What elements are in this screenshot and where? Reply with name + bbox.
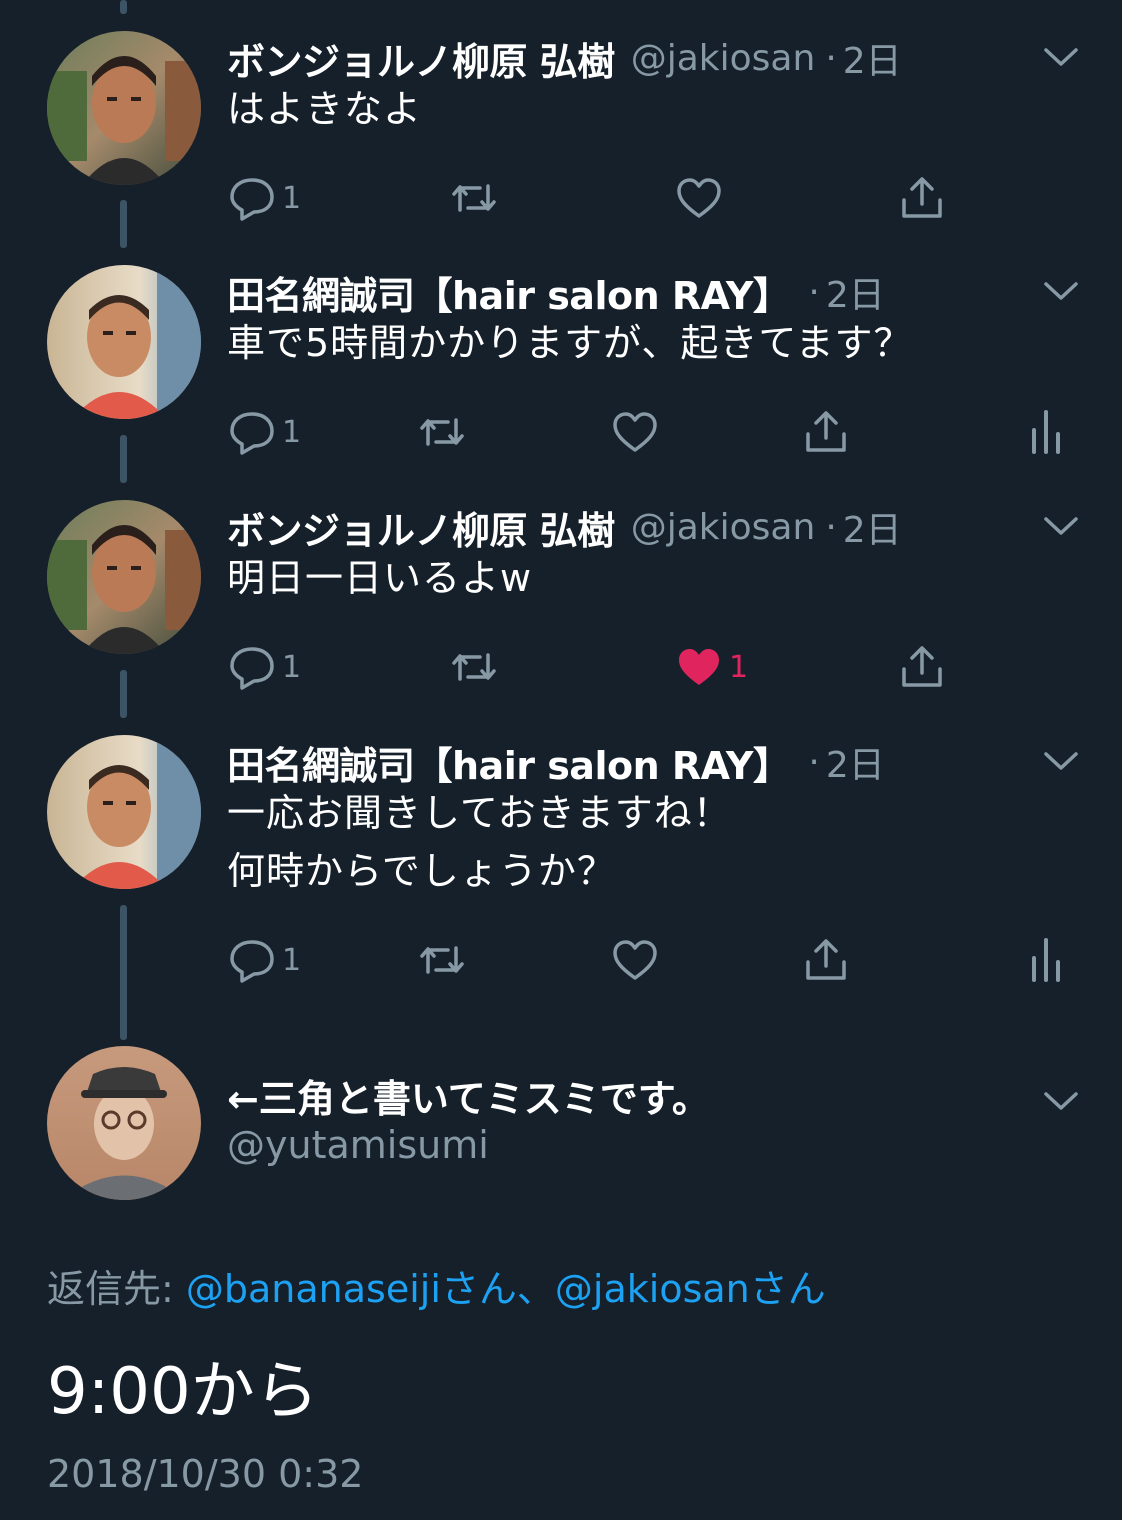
user-handle[interactable]: @jakiosan: [631, 38, 816, 79]
tweet-text: 明日一日いるよw: [227, 556, 533, 600]
reply-to-user-link[interactable]: @bananaseijiさん: [186, 1267, 517, 1311]
share-icon: [806, 411, 846, 452]
analytics-button[interactable]: [1022, 402, 1070, 462]
tweet-actions: 1 1: [0, 637, 1122, 697]
like-icon: [613, 940, 657, 980]
tweet-text: はよきなよ: [227, 87, 423, 131]
retweet-icon: [452, 653, 496, 681]
like-button[interactable]: 1: [675, 637, 748, 697]
display-name[interactable]: ボンジョルノ柳原 弘樹: [227, 500, 615, 555]
avatar[interactable]: [47, 500, 201, 654]
reply-icon: [230, 940, 274, 983]
share-button[interactable]: [898, 168, 946, 228]
reply-count: 1: [282, 649, 302, 685]
share-button[interactable]: [802, 930, 850, 990]
avatar[interactable]: [47, 265, 201, 419]
tweet-actions: 1: [0, 168, 1122, 228]
tweet-actions: 1: [0, 930, 1122, 990]
display-name[interactable]: 田名網誠司【hair salon RAY】: [227, 265, 791, 320]
tweet-time[interactable]: 2日: [843, 32, 902, 84]
share-button[interactable]: [802, 402, 850, 462]
tweet-time[interactable]: 2日: [826, 736, 885, 788]
tweet-text: 車で5時間かかりますが、起きてます？: [227, 321, 913, 365]
thread-tweet[interactable]: ボンジョルノ柳原 弘樹 @jakiosan · 2日 明日一日いるよw 1 1: [0, 497, 1122, 707]
like-button[interactable]: [675, 168, 723, 228]
share-button[interactable]: [898, 637, 946, 697]
share-icon: [806, 939, 846, 980]
like-button[interactable]: [611, 930, 659, 990]
thread-tweet[interactable]: 田名網誠司【hair salon RAY】 · 2日 車で5時間かかりますが、起…: [0, 262, 1122, 472]
share-icon: [902, 177, 942, 218]
main-tweet-timestamp: 2018/10/30 0:32: [47, 1452, 364, 1496]
retweet-icon: [452, 184, 496, 212]
chevron-down-icon[interactable]: [1040, 744, 1082, 780]
tweet-text-line: 一応お聞きしておきますね！: [227, 791, 732, 835]
display-name[interactable]: 田名網誠司【hair salon RAY】: [227, 735, 791, 790]
like-icon-filled: [679, 649, 719, 685]
separator: ·: [825, 37, 837, 79]
chevron-down-icon[interactable]: [1040, 1084, 1082, 1120]
reply-to-user-link[interactable]: @jakiosanさん: [555, 1267, 826, 1311]
reply-icon: [230, 412, 274, 455]
reply-count: 1: [282, 180, 302, 216]
reply-count: 1: [282, 942, 302, 978]
reply-icon: [230, 178, 274, 221]
reply-button[interactable]: 1: [228, 402, 301, 462]
like-count: 1: [729, 649, 749, 685]
main-tweet-text: 9:00から: [47, 1355, 319, 1429]
like-icon: [613, 412, 657, 452]
reply-count: 1: [282, 414, 302, 450]
tweet-time[interactable]: 2日: [826, 266, 885, 318]
reply-icon: [230, 647, 274, 690]
thread-tweet[interactable]: 田名網誠司【hair salon RAY】 · 2日 一応お聞きしておきますね！…: [0, 732, 1122, 1002]
separator: ·: [825, 506, 837, 548]
share-icon: [902, 646, 942, 687]
chevron-down-icon[interactable]: [1040, 274, 1082, 310]
retweet-button[interactable]: [450, 168, 498, 228]
separator: ·: [808, 271, 820, 313]
display-name[interactable]: ボンジョルノ柳原 弘樹: [227, 31, 615, 86]
reply-button[interactable]: 1: [228, 930, 301, 990]
thread-line: [120, 0, 127, 14]
separator: ·: [808, 741, 820, 783]
reply-to-separator: 、: [516, 1267, 555, 1311]
analytics-icon: [1032, 938, 1060, 982]
user-handle[interactable]: @jakiosan: [631, 507, 816, 548]
main-tweet-display-name[interactable]: ←三角と書いてミスミです。: [227, 1068, 710, 1123]
main-tweet-handle[interactable]: @yutamisumi: [227, 1123, 489, 1167]
reply-to-label: 返信先:: [47, 1267, 186, 1311]
like-button[interactable]: [611, 402, 659, 462]
retweet-button[interactable]: [418, 930, 466, 990]
thread-tweet[interactable]: ボンジョルノ柳原 弘樹 @jakiosan · 2日 はよきなよ 1: [0, 28, 1122, 238]
analytics-icon: [1032, 410, 1060, 454]
tweet-actions: 1: [0, 402, 1122, 462]
analytics-button[interactable]: [1022, 930, 1070, 990]
retweet-icon: [420, 418, 464, 446]
avatar[interactable]: [47, 1046, 201, 1200]
tweet-time[interactable]: 2日: [843, 501, 902, 553]
retweet-button[interactable]: [418, 402, 466, 462]
retweet-icon: [420, 946, 464, 974]
chevron-down-icon[interactable]: [1040, 509, 1082, 545]
avatar[interactable]: [47, 735, 201, 889]
reply-to-line: 返信先: @bananaseijiさん、@jakiosanさん: [47, 1258, 826, 1313]
reply-button[interactable]: 1: [228, 637, 301, 697]
retweet-button[interactable]: [450, 637, 498, 697]
reply-button[interactable]: 1: [228, 168, 301, 228]
tweet-text-line: 何時からでしょうか？: [227, 849, 616, 893]
avatar[interactable]: [47, 31, 201, 185]
like-icon: [677, 178, 721, 218]
chevron-down-icon[interactable]: [1040, 40, 1082, 76]
